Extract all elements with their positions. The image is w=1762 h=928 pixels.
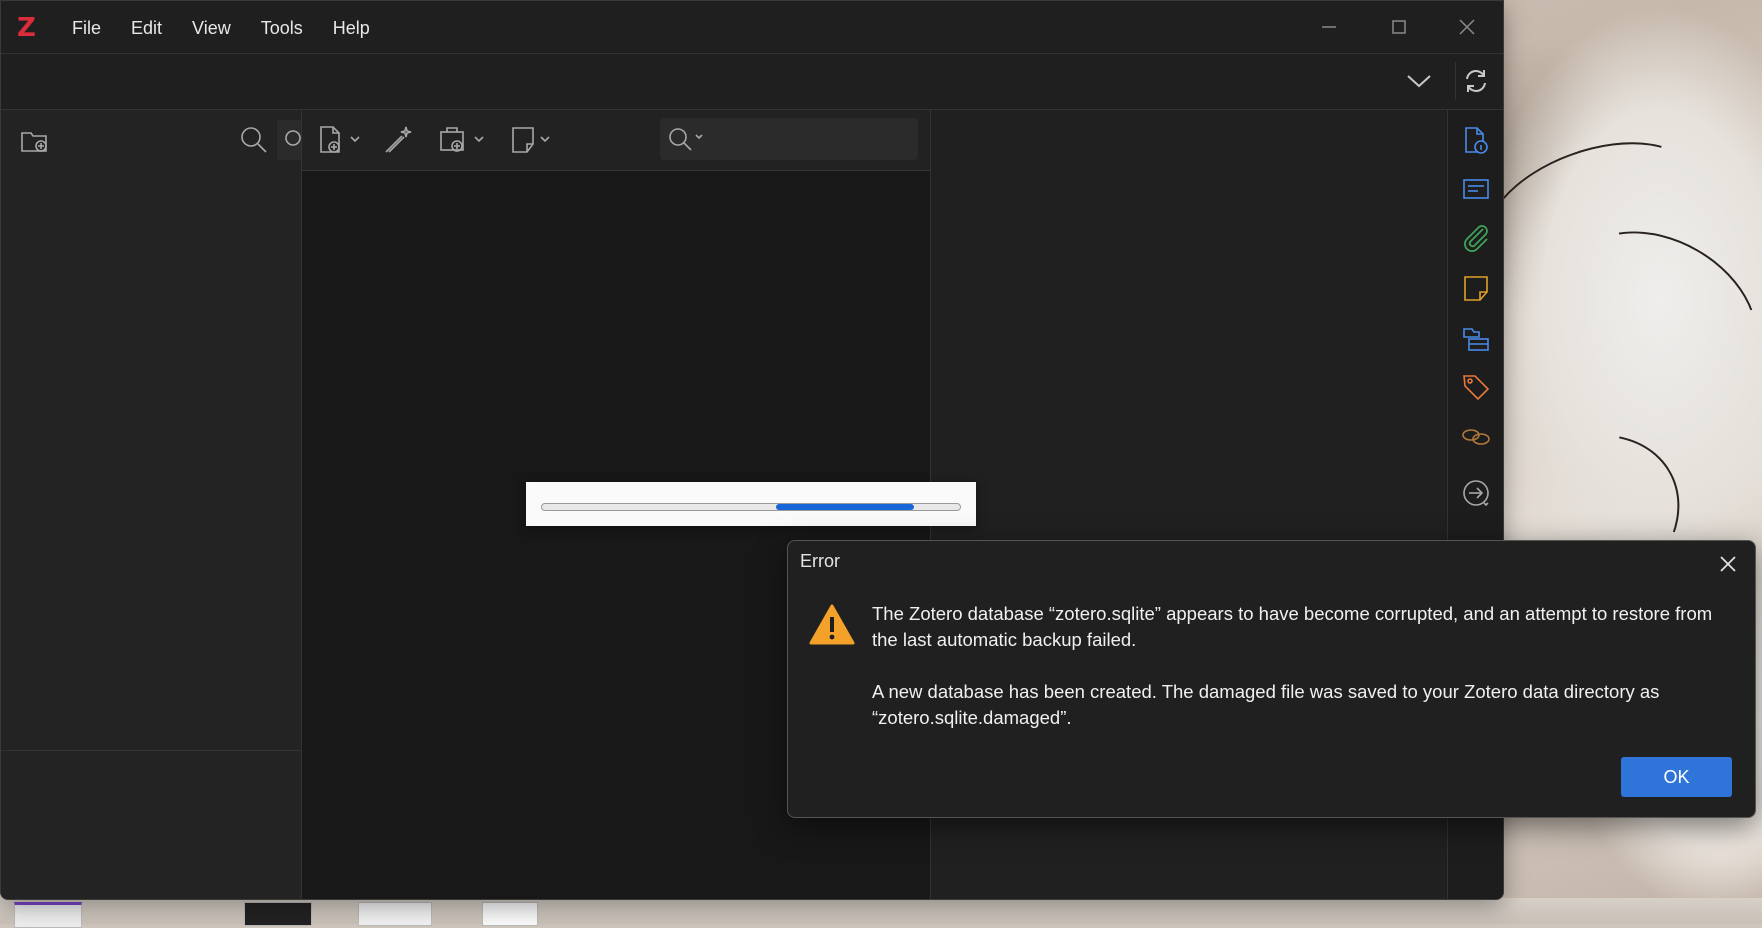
add-attachment-button[interactable] — [436, 122, 492, 158]
sync-icon — [1466, 70, 1486, 92]
close-icon — [1720, 556, 1736, 572]
sidenav-abstract[interactable] — [1460, 173, 1492, 205]
minimize-button[interactable] — [1301, 9, 1357, 45]
sidenav-attachments[interactable] — [1460, 222, 1492, 254]
dialog-title: Error — [800, 551, 840, 571]
close-window-button[interactable] — [1439, 9, 1495, 45]
maximize-button[interactable] — [1371, 9, 1427, 45]
related-icon — [1462, 429, 1490, 445]
search-icon — [669, 128, 703, 151]
sync-button[interactable] — [1455, 62, 1496, 100]
collection-filter-field[interactable] — [277, 120, 301, 160]
new-note-button[interactable] — [508, 122, 558, 158]
dialog-close-button[interactable] — [1713, 549, 1743, 579]
ok-button[interactable]: OK — [1621, 757, 1732, 797]
warning-icon — [808, 603, 856, 652]
taskbar-thumbnail[interactable] — [358, 902, 432, 926]
taskbar-thumbnail[interactable] — [482, 902, 538, 926]
progress-bar — [541, 503, 961, 511]
search-icon — [285, 130, 301, 146]
tab-bar — [1, 54, 1503, 110]
new-collection-button[interactable] — [17, 124, 53, 158]
collections-toolbar — [1, 110, 301, 170]
new-item-button[interactable] — [316, 122, 366, 158]
taskbar-thumbnail[interactable] — [14, 902, 82, 928]
new-collection-icon — [21, 132, 47, 152]
tabs-dropdown-button[interactable] — [1401, 66, 1437, 96]
progress-bar-fill — [776, 504, 915, 510]
dialog-message: The Zotero database “zotero.sqlite” appe… — [872, 601, 1732, 757]
menu-edit[interactable]: Edit — [116, 15, 177, 41]
locate-icon — [1463, 480, 1489, 507]
new-item-icon — [320, 126, 360, 153]
error-dialog: Error The Zotero database “zotero.sqlite… — [787, 540, 1756, 818]
title-bar: Z File Edit View Tools Help — [1, 1, 1503, 54]
collections-pane — [1, 110, 302, 899]
collection-search-button[interactable] — [237, 122, 271, 158]
search-icon — [241, 127, 267, 153]
new-note-icon — [512, 127, 550, 153]
chevron-down-icon — [1407, 75, 1431, 88]
attachments-icon — [1464, 225, 1488, 252]
menu-tools[interactable]: Tools — [246, 15, 318, 41]
sidenav-related[interactable] — [1460, 421, 1492, 453]
sidenav-info[interactable] — [1460, 124, 1492, 156]
sidenav-tags[interactable] — [1460, 371, 1492, 403]
menu-view[interactable]: View — [177, 15, 246, 41]
libraries-icon — [1463, 328, 1489, 351]
dialog-message-line2: A new database has been created. The dam… — [872, 681, 1660, 728]
info-icon — [1465, 127, 1488, 154]
taskbar-thumbnail[interactable] — [244, 902, 312, 926]
tag-selector — [1, 750, 301, 899]
abstract-icon — [1463, 179, 1489, 199]
menu-bar: File Edit View Tools Help — [57, 15, 385, 41]
zotero-logo: Z — [17, 13, 36, 43]
close-icon — [1459, 19, 1475, 35]
notes-icon — [1464, 276, 1488, 301]
dialog-message-line1: The Zotero database “zotero.sqlite” appe… — [872, 603, 1713, 650]
tags-icon — [1463, 375, 1490, 401]
minimize-icon — [1322, 26, 1336, 28]
magic-wand-icon — [385, 126, 412, 153]
add-by-identifier-button[interactable] — [380, 122, 416, 158]
sidenav-libraries[interactable] — [1460, 322, 1492, 354]
items-toolbar — [302, 110, 930, 171]
maximize-icon — [1392, 20, 1406, 34]
menu-help[interactable]: Help — [318, 15, 385, 41]
add-attachment-icon — [440, 127, 484, 152]
progress-window — [526, 482, 976, 526]
sidenav-notes[interactable] — [1460, 272, 1492, 304]
menu-file[interactable]: File — [57, 15, 116, 41]
sidenav-locate[interactable] — [1460, 477, 1492, 509]
items-search-field[interactable] — [660, 118, 918, 160]
